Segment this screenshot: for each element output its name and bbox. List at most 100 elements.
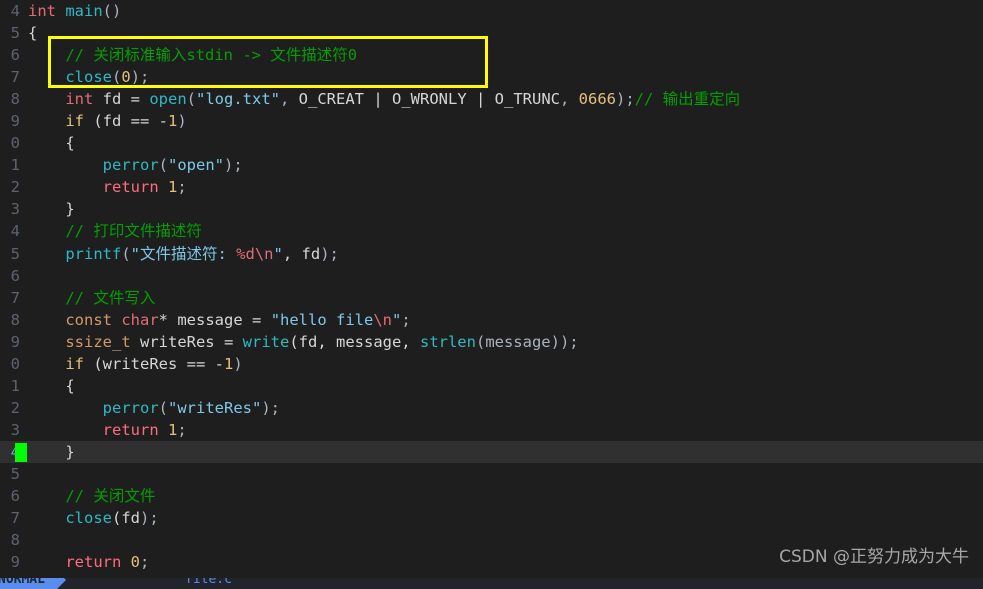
code-token: close bbox=[65, 68, 112, 87]
code-token: ; bbox=[140, 553, 150, 572]
code-line[interactable]: 8 const char* message = "hello file\n"; bbox=[0, 309, 983, 331]
code-line-content: // 文件写入 bbox=[28, 287, 983, 309]
code-line[interactable]: 4 int main() bbox=[0, 0, 983, 22]
code-line[interactable]: 7 close(fd); bbox=[0, 507, 983, 529]
code-token: ; bbox=[401, 310, 411, 329]
code-line[interactable]: 0 { bbox=[0, 132, 983, 154]
code-line-content: return 1; bbox=[28, 176, 983, 198]
code-token: int bbox=[65, 90, 94, 109]
code-line[interactable]: 2 perror("writeRes"); bbox=[0, 397, 983, 419]
code-token: , bbox=[280, 90, 299, 109]
code-line[interactable]: 6 // 关闭标准输入stdin -> 文件描述符0 bbox=[0, 44, 983, 66]
code-line-content: int main() bbox=[28, 0, 983, 22]
block-cursor bbox=[15, 442, 27, 462]
code-line[interactable]: 3 } bbox=[0, 198, 983, 220]
code-line[interactable]: 1 perror("open"); bbox=[0, 154, 983, 176]
code-token: if bbox=[65, 112, 84, 131]
code-editor-window: 4 int main() 5{6 // 关闭标准输入stdin -> 文件描述符0 7… bbox=[0, 0, 983, 589]
code-token: ); bbox=[130, 68, 150, 87]
code-token: char bbox=[121, 310, 159, 329]
code-token: = bbox=[223, 332, 243, 351]
code-token: = bbox=[130, 90, 150, 109]
code-line[interactable]: 5 printf("文件描述符: %d\n", fd); bbox=[0, 243, 983, 265]
csdn-watermark: CSDN @正努力成为大牛 bbox=[779, 547, 969, 567]
code-area[interactable]: 4 int main() 5{6 // 关闭标准输入stdin -> 文件描述符0 7… bbox=[0, 0, 983, 583]
code-token: "writeRes" bbox=[168, 398, 262, 417]
code-token: } bbox=[65, 200, 75, 219]
code-line[interactable]: 9 ssize_t writeRes = write(fd, message, … bbox=[0, 331, 983, 353]
code-line[interactable]: 7 // 文件写入 bbox=[0, 287, 983, 309]
code-token: writeRes bbox=[130, 332, 224, 351]
code-token: perror bbox=[102, 398, 159, 417]
code-line-content: perror("open"); bbox=[28, 154, 983, 176]
code-token: (writeRes bbox=[84, 354, 187, 373]
code-token: return bbox=[102, 178, 159, 197]
code-line[interactable]: 2 return 1; bbox=[0, 176, 983, 198]
code-token: (fd bbox=[112, 509, 140, 528]
code-line-content: { bbox=[28, 132, 983, 154]
code-line[interactable]: 9 if (fd == -1) bbox=[0, 110, 983, 132]
code-token: (message)); bbox=[475, 332, 579, 351]
code-line[interactable]: 0 if (writeRes == -1) bbox=[0, 353, 983, 375]
code-token: close bbox=[65, 509, 112, 528]
code-token: () bbox=[102, 2, 122, 20]
code-line-content: close(0); bbox=[28, 66, 983, 88]
code-token: 0 bbox=[130, 553, 141, 572]
line-number: 0 bbox=[10, 134, 20, 153]
line-number: 5 bbox=[10, 24, 20, 43]
code-token: perror bbox=[102, 156, 159, 175]
code-token: ( bbox=[121, 244, 131, 263]
code-token: ); bbox=[615, 90, 635, 109]
code-token: 1 bbox=[168, 420, 178, 439]
code-token: ( bbox=[112, 68, 122, 87]
line-number: 8 bbox=[10, 310, 20, 329]
code-token: 0666 bbox=[578, 90, 616, 109]
code-line[interactable]: 4 } bbox=[0, 440, 983, 463]
code-token: return bbox=[102, 420, 159, 439]
line-number: 5 bbox=[10, 244, 20, 263]
code-line[interactable]: 3 return 1; bbox=[0, 419, 983, 441]
code-line-content: { bbox=[28, 375, 983, 397]
code-line[interactable]: 7 close(0); bbox=[0, 66, 983, 88]
code-line[interactable]: 5{ bbox=[0, 22, 983, 44]
code-token: "open" bbox=[168, 156, 224, 175]
line-number: 6 bbox=[10, 487, 20, 506]
line-number: 9 bbox=[10, 112, 20, 131]
code-token: { bbox=[28, 24, 38, 43]
code-line[interactable]: 6 bbox=[0, 265, 983, 287]
line-number: 1 bbox=[10, 376, 20, 395]
code-token: return bbox=[65, 553, 122, 572]
code-token: | bbox=[466, 90, 495, 109]
code-line[interactable]: 6 // 关闭文件 bbox=[0, 485, 983, 507]
code-token: * bbox=[158, 310, 169, 329]
code-token: ; bbox=[177, 178, 187, 197]
code-token: == bbox=[186, 354, 215, 373]
code-line[interactable]: 5 bbox=[0, 463, 983, 485]
code-line-content: // 关闭文件 bbox=[28, 485, 983, 507]
code-line[interactable]: 4 // 打印文件描述符 bbox=[0, 220, 983, 242]
code-token: ); bbox=[140, 509, 159, 528]
code-line-content: if (writeRes == -1) bbox=[28, 353, 983, 375]
code-token: strlen bbox=[419, 332, 476, 351]
code-line-content: { bbox=[28, 22, 983, 44]
code-line-content: ssize_t writeRes = write(fd, message, st… bbox=[28, 331, 983, 353]
code-line[interactable]: 8 int fd = open("log.txt", O_CREAT | O_W… bbox=[0, 88, 983, 110]
code-line[interactable]: 1 { bbox=[0, 375, 983, 397]
line-number: 3 bbox=[10, 420, 20, 439]
code-token: (fd bbox=[84, 112, 131, 131]
line-number: 5 bbox=[10, 464, 20, 483]
code-token: ; bbox=[177, 420, 187, 439]
